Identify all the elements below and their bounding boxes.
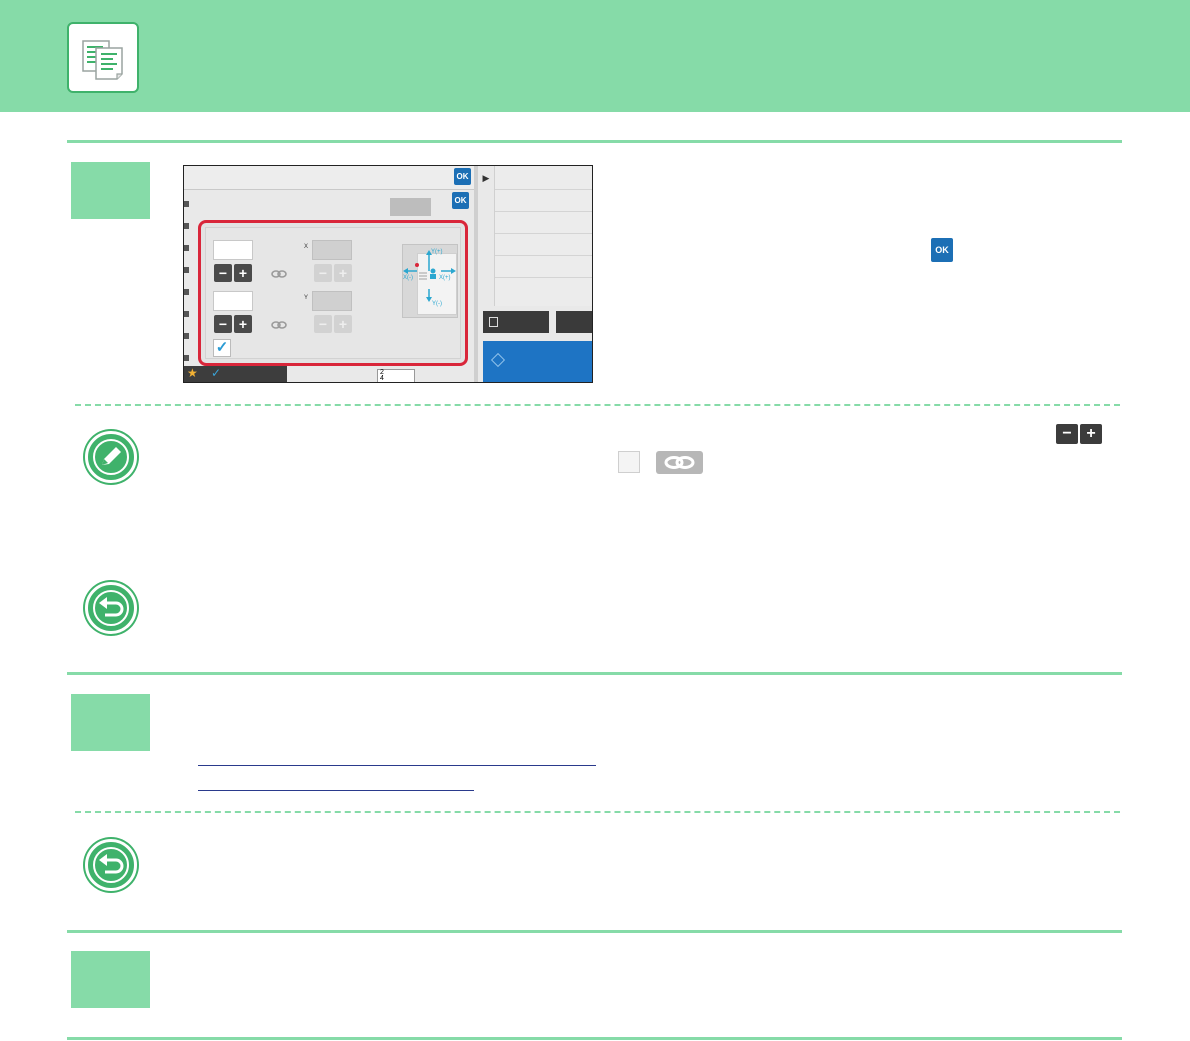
- link-icon[interactable]: [271, 267, 287, 285]
- step-badge-2: [71, 694, 150, 751]
- minus-button[interactable]: −: [214, 315, 232, 333]
- panel-divider: [474, 166, 478, 382]
- bottom-bar: ★ ✓: [184, 366, 287, 382]
- header-bar: [0, 0, 1190, 112]
- check-icon[interactable]: ✓: [211, 366, 221, 380]
- checkbox-checked[interactable]: ✓: [213, 339, 231, 357]
- page: OK OK ▶ ★ ✓ 2 4 − + X − + − + Y − + ✓ Y(…: [0, 0, 1190, 1041]
- preview-button[interactable]: [483, 311, 549, 333]
- side-list: [494, 166, 592, 306]
- side-tabs: [184, 201, 189, 361]
- diagram-x-plus: X(+): [439, 275, 451, 281]
- panel-top-bar: [184, 166, 474, 190]
- start-button[interactable]: [483, 341, 592, 382]
- copy-icon: [67, 22, 139, 93]
- plus-key-icon: +: [1080, 424, 1102, 444]
- minus-button-disabled[interactable]: −: [314, 315, 332, 333]
- minus-key-icon: −: [1056, 424, 1078, 444]
- star-icon[interactable]: ★: [187, 366, 198, 380]
- step-badge-3: [71, 951, 150, 1008]
- x-label: X: [304, 244, 309, 250]
- reference-link[interactable]: [198, 765, 596, 766]
- expand-icon[interactable]: ▶: [478, 166, 494, 190]
- diagram-y-minus: Y(-): [432, 301, 442, 307]
- gray-button[interactable]: [390, 198, 431, 216]
- return-icon: [85, 582, 137, 634]
- plus-button[interactable]: +: [234, 264, 252, 282]
- panel-screenshot: OK OK ▶ ★ ✓ 2 4 − + X − + − + Y − + ✓ Y(…: [183, 165, 593, 383]
- reference-link[interactable]: [198, 790, 474, 791]
- plus-button[interactable]: +: [234, 315, 252, 333]
- pencil-icon: [85, 431, 137, 483]
- section-divider: [67, 672, 1122, 675]
- link-icon[interactable]: [271, 318, 287, 336]
- diagram-x-minus: X(-): [403, 275, 413, 281]
- scale-bottom: 4: [380, 375, 384, 382]
- dashed-divider: [75, 811, 1120, 813]
- checkbox-icon: [618, 451, 640, 473]
- step-badge-1: [71, 162, 150, 219]
- minus-button-disabled[interactable]: −: [314, 264, 332, 282]
- position-diagram: Y(+) Y(-) X(+) X(-): [402, 244, 458, 318]
- y-value-field[interactable]: [312, 291, 352, 311]
- plus-button-disabled[interactable]: +: [334, 264, 352, 282]
- value-field-2[interactable]: [213, 291, 253, 311]
- section-divider: [67, 1037, 1122, 1040]
- minus-button[interactable]: −: [214, 264, 232, 282]
- dashed-divider: [75, 404, 1120, 406]
- return-icon: [85, 839, 137, 891]
- ok-button[interactable]: OK: [452, 192, 469, 209]
- section-divider: [67, 930, 1122, 933]
- diagram-y-plus: Y(+): [431, 249, 443, 255]
- value-field-1[interactable]: [213, 240, 253, 260]
- ok-key-icon: OK: [931, 238, 953, 262]
- page-scale: 2 4: [377, 369, 415, 382]
- plus-button-disabled[interactable]: +: [334, 315, 352, 333]
- side-button[interactable]: [556, 311, 592, 333]
- y-label: Y: [304, 295, 309, 301]
- ok-button[interactable]: OK: [454, 168, 471, 185]
- x-value-field[interactable]: [312, 240, 352, 260]
- section-divider: [67, 140, 1122, 143]
- link-key-icon: [656, 451, 703, 474]
